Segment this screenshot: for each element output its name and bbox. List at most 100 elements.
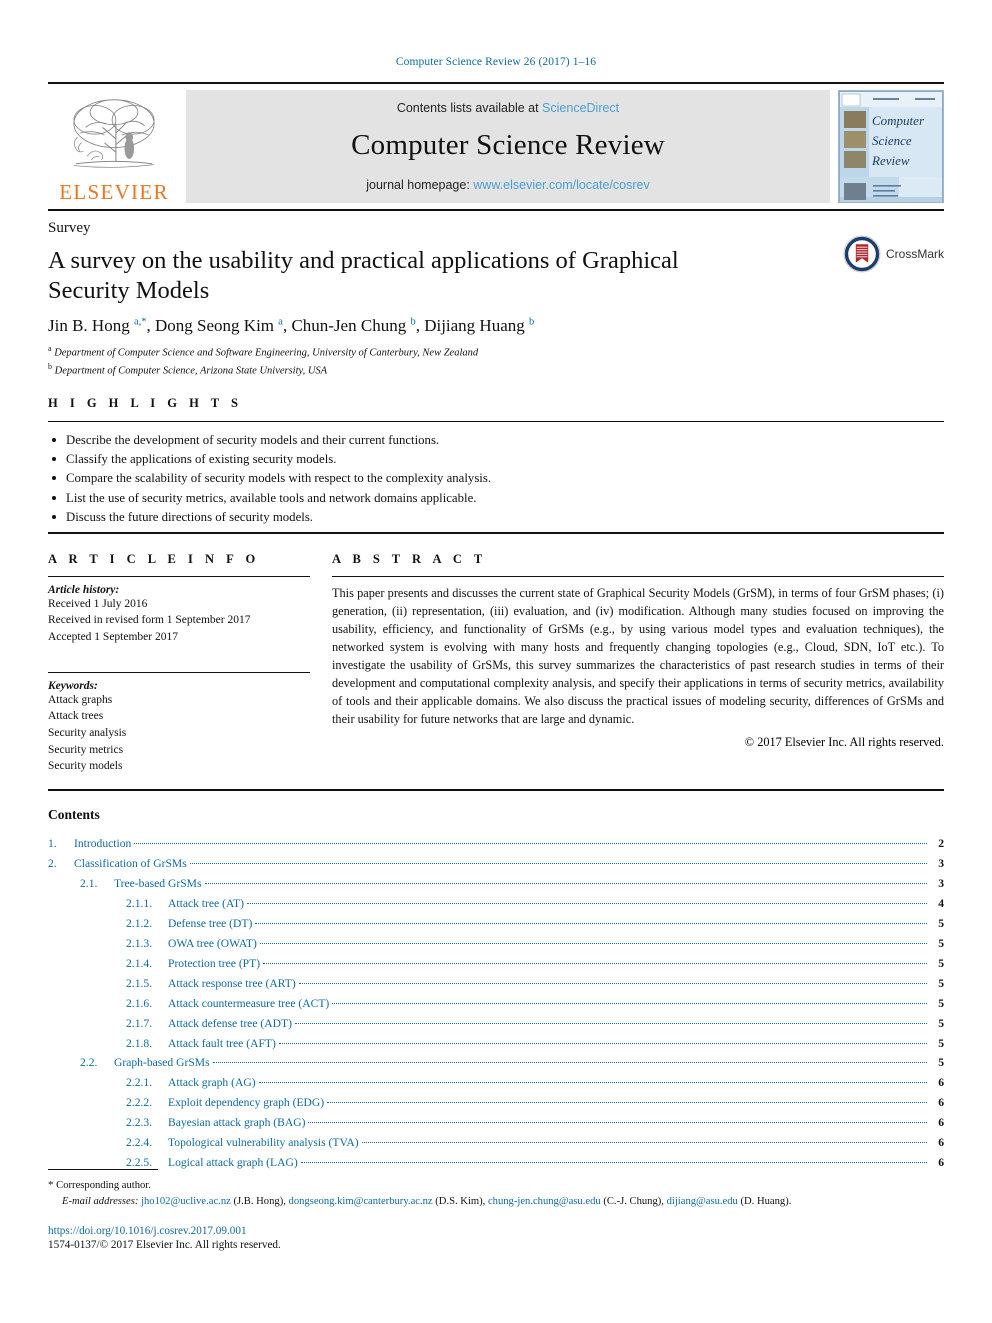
list-item: Classify the applications of existing se… <box>48 450 944 469</box>
toc-entry-label[interactable]: Attack fault tree (AFT) <box>168 1034 276 1054</box>
toc-entry-number: 2. <box>48 857 57 871</box>
toc-entry[interactable]: 2.2.1. Attack graph (AG) 6 <box>48 1073 944 1093</box>
toc-entry-label[interactable]: Graph-based GrSMs <box>114 1053 210 1073</box>
toc-entry-page: 5 <box>938 916 944 930</box>
toc-entry-page: 5 <box>938 976 944 990</box>
elsevier-logo: ELSEVIER <box>48 84 180 209</box>
toc-entry-number: 2.1.3. <box>126 936 153 950</box>
toc-entry[interactable]: 2.2.4. Topological vulnerability analysis… <box>48 1133 944 1153</box>
email-addresses-label: E-mail addresses: <box>62 1196 139 1208</box>
toc-entry[interactable]: 2.1.1. Attack tree (AT) 4 <box>48 894 944 914</box>
toc-entry-label[interactable]: Topological vulnerability analysis (TVA) <box>168 1133 359 1153</box>
toc-entry-number: 2.1.4. <box>126 956 153 970</box>
toc-entry-label[interactable]: Introduction <box>74 834 131 854</box>
toc-entry-page: 3 <box>938 857 944 871</box>
journal-article-page: Computer Science Review 26 (2017) 1–16 E… <box>0 0 992 1323</box>
toc-entry-label[interactable]: Attack defense tree (ADT) <box>168 1014 292 1034</box>
toc-entry[interactable]: 2.1. Tree-based GrSMs 3 <box>48 874 944 894</box>
keyword-item: Attack trees <box>48 710 104 723</box>
toc-entry-label[interactable]: Exploit dependency graph (EDG) <box>168 1093 324 1113</box>
email-link[interactable]: jho102@uclive.ac.nz <box>141 1196 231 1207</box>
email-link[interactable]: chung-jen.chung@asu.edu <box>488 1196 601 1207</box>
toc-entry-page: 5 <box>938 1056 944 1070</box>
toc-entry-label[interactable]: Attack tree (AT) <box>168 894 244 914</box>
article-section-type: Survey <box>48 220 91 236</box>
toc-entry-number: 1. <box>48 837 57 851</box>
toc-entry-number: 2.2. <box>80 1056 98 1070</box>
elsevier-tree-icon <box>66 95 162 179</box>
toc-entry[interactable]: 2.1.2. Defense tree (DT) 5 <box>48 914 944 934</box>
toc-leader-dots <box>300 1162 927 1164</box>
toc-entry-page: 6 <box>938 1116 944 1130</box>
toc-leader-dots <box>332 1002 927 1004</box>
running-head: Computer Science Review 26 (2017) 1–16 <box>395 56 597 68</box>
history-received: Received 1 July 2016 <box>48 597 148 610</box>
article-info-column: A R T I C L E I N F O Article history: R… <box>48 534 310 775</box>
email-owner-name: (J.B. Hong), <box>230 1196 289 1208</box>
toc-entry-number: 2.1.8. <box>126 1036 153 1050</box>
info-abstract-row: A R T I C L E I N F O Article history: R… <box>48 534 944 775</box>
email-link[interactable]: dijiang@asu.edu <box>667 1196 738 1207</box>
email-owner-name: (C.-J. Chung), <box>600 1196 667 1208</box>
toc-entry-label[interactable]: Classification of GrSMs <box>74 854 187 874</box>
toc-entry[interactable]: 1. Introduction 2 <box>48 834 944 854</box>
journal-homepage-link[interactable]: www.elsevier.com/locate/cosrev <box>473 178 649 192</box>
list-item: Compare the scalability of security mode… <box>48 469 944 488</box>
doi-link[interactable]: https://doi.org/10.1016/j.cosrev.2017.09… <box>48 1225 944 1237</box>
toc-entry[interactable]: 2.1.8. Attack fault tree (AFT) 5 <box>48 1034 944 1054</box>
journal-band: Contents lists available at ScienceDirec… <box>186 90 830 203</box>
issn-copyright-line: 1574-0137/© 2017 Elsevier Inc. All right… <box>48 1239 281 1251</box>
doi-block: https://doi.org/10.1016/j.cosrev.2017.09… <box>48 1225 944 1251</box>
svg-text:Review: Review <box>871 153 910 168</box>
toc-entry-number: 2.1.7. <box>126 1016 153 1030</box>
article-info-heading: A R T I C L E I N F O <box>48 551 260 566</box>
toc-entry[interactable]: 2.1.5. Attack response tree (ART) 5 <box>48 974 944 994</box>
corresponding-author-note: * Corresponding author. <box>48 1177 944 1194</box>
toc-entry[interactable]: 2.1.7. Attack defense tree (ADT) 5 <box>48 1014 944 1034</box>
toc-entry[interactable]: 2.2.3. Bayesian attack graph (BAG) 6 <box>48 1113 944 1133</box>
affiliation-a: a Department of Computer Science and Sof… <box>48 343 944 361</box>
toc-leader-dots <box>298 982 927 984</box>
email-link[interactable]: dongseong.kim@canterbury.ac.nz <box>289 1196 433 1207</box>
keyword-item: Security analysis <box>48 727 127 740</box>
toc-entry-label[interactable]: Attack graph (AG) <box>168 1073 256 1093</box>
keyword-item: Security models <box>48 760 123 773</box>
history-accepted: Accepted 1 September 2017 <box>48 631 178 644</box>
toc-entry-number: 2.2.4. <box>126 1136 153 1150</box>
toc-entry-label[interactable]: Protection tree (PT) <box>168 954 260 974</box>
journal-homepage-prefix: journal homepage: <box>366 178 474 192</box>
email-addresses-line: E-mail addresses: jho102@uclive.ac.nz (J… <box>48 1194 944 1210</box>
keyword-item: Attack graphs <box>48 693 113 706</box>
elsevier-wordmark: ELSEVIER <box>59 179 169 204</box>
toc-entry-label[interactable]: Attack response tree (ART) <box>168 974 296 994</box>
toc-leader-dots <box>189 863 927 865</box>
toc-entry[interactable]: 2.2. Graph-based GrSMs 5 <box>48 1053 944 1073</box>
sciencedirect-link[interactable]: ScienceDirect <box>542 101 619 115</box>
toc-entry-number: 2.1. <box>80 877 98 890</box>
toc-entry[interactable]: 2. Classification of GrSMs 3 <box>48 854 944 874</box>
toc-entry-label[interactable]: Defense tree (DT) <box>168 914 252 934</box>
toc-entry[interactable]: 2.1.4. Protection tree (PT) 5 <box>48 954 944 974</box>
toc-entry-page: 6 <box>938 1136 944 1150</box>
toc-entry-label[interactable]: Bayesian attack graph (BAG) <box>168 1113 305 1133</box>
crossmark-badge[interactable]: CrossMark <box>843 235 944 273</box>
toc-entry-page: 5 <box>938 1036 944 1050</box>
contents-heading: Contents <box>48 807 100 823</box>
affiliation-a-text: Department of Computer Science and Softw… <box>54 347 479 359</box>
crossmark-label: CrossMark <box>885 247 944 261</box>
toc-entry[interactable]: 2.1.6. Attack countermeasure tree (ACT) 5 <box>48 994 944 1014</box>
journal-cover-thumbnail: Computer Science Review <box>838 90 944 203</box>
toc-entry[interactable]: 2.1.3. OWA tree (OWAT) 5 <box>48 934 944 954</box>
toc-entry-number: 2.1.2. <box>126 916 153 930</box>
article-header: Survey A survey on the usability and pra… <box>48 211 944 380</box>
toc-entry-label[interactable]: OWA tree (OWAT) <box>168 934 257 954</box>
list-item: Discuss the future directions of securit… <box>48 508 944 527</box>
toc-entry-number: 2.2.2. <box>126 1096 153 1110</box>
toc-entry[interactable]: 2.2.2. Exploit dependency graph (EDG) 6 <box>48 1093 944 1113</box>
affiliation-b-text: Department of Computer Science, Arizona … <box>54 365 328 377</box>
toc-entry-label[interactable]: Attack countermeasure tree (ACT) <box>168 994 329 1014</box>
toc-leader-dots <box>278 1042 927 1044</box>
toc-entry-label[interactable]: Tree-based GrSMs <box>114 874 202 894</box>
history-revised: Received in revised form 1 September 201… <box>48 614 251 627</box>
svg-text:Computer: Computer <box>872 113 925 128</box>
